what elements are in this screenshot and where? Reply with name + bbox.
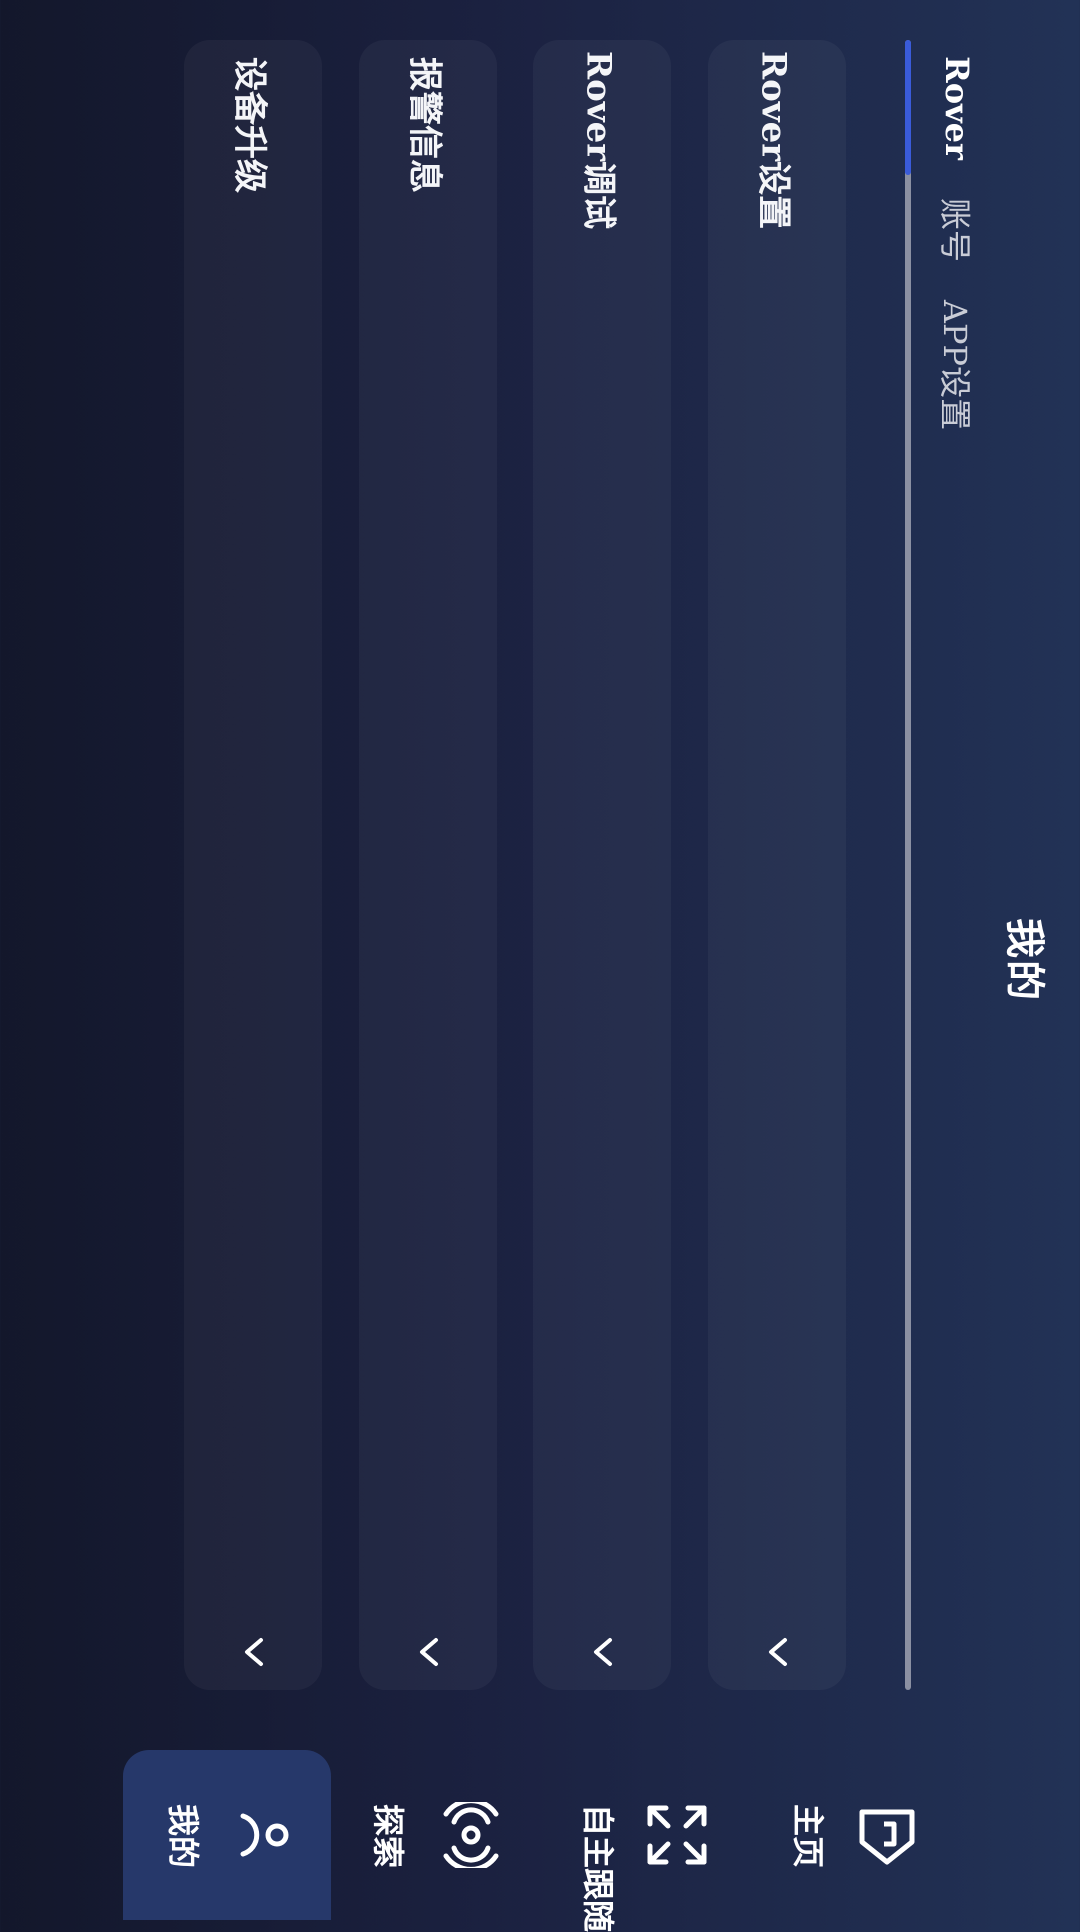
card-label: Rover设置 xyxy=(753,50,794,230)
tab-app-settings[interactable]: APP设置 xyxy=(934,300,980,430)
card-label: Rover调试 xyxy=(578,50,619,230)
user-icon xyxy=(240,1813,289,1857)
tab-bar: Rover 账号 APP设置 xyxy=(905,40,1005,1690)
card-device-upgrade[interactable]: 设备升级 xyxy=(184,40,322,1690)
chevron-down-icon[interactable] xyxy=(233,1632,273,1672)
nav-item-explore[interactable]: 探索 xyxy=(360,1750,560,1920)
nav-item-home[interactable]: 主页 xyxy=(780,1750,980,1920)
nav-label: 我的 xyxy=(164,1803,202,1869)
tab-active-indicator xyxy=(905,40,911,175)
nav-label: 自主跟随 xyxy=(579,1803,617,1932)
nav-label: 主页 xyxy=(789,1803,827,1869)
chevron-down-icon[interactable] xyxy=(757,1632,797,1672)
home-icon xyxy=(859,1809,915,1865)
chevron-down-icon[interactable] xyxy=(582,1632,622,1672)
tab-track xyxy=(905,40,911,1690)
nav-label: 探索 xyxy=(369,1803,407,1869)
nav-item-mine[interactable]: 我的 xyxy=(123,1750,331,1920)
card-label: 设备升级 xyxy=(229,57,270,193)
card-label: 报警信息 xyxy=(404,57,445,193)
nav-item-follow[interactable]: 自主跟随 xyxy=(570,1750,770,1932)
page-title: 我的 xyxy=(1001,918,1048,1002)
expand-arrows-icon xyxy=(647,1805,707,1865)
card-alarm-info[interactable]: 报警信息 xyxy=(359,40,497,1690)
card-rover-settings[interactable]: Rover设置 xyxy=(708,40,846,1690)
tab-rover[interactable]: Rover xyxy=(938,56,976,160)
chevron-down-icon[interactable] xyxy=(408,1632,448,1672)
tab-account[interactable]: 账号 xyxy=(934,198,980,262)
broadcast-icon xyxy=(443,1802,499,1868)
card-rover-debug[interactable]: Rover调试 xyxy=(533,40,671,1690)
